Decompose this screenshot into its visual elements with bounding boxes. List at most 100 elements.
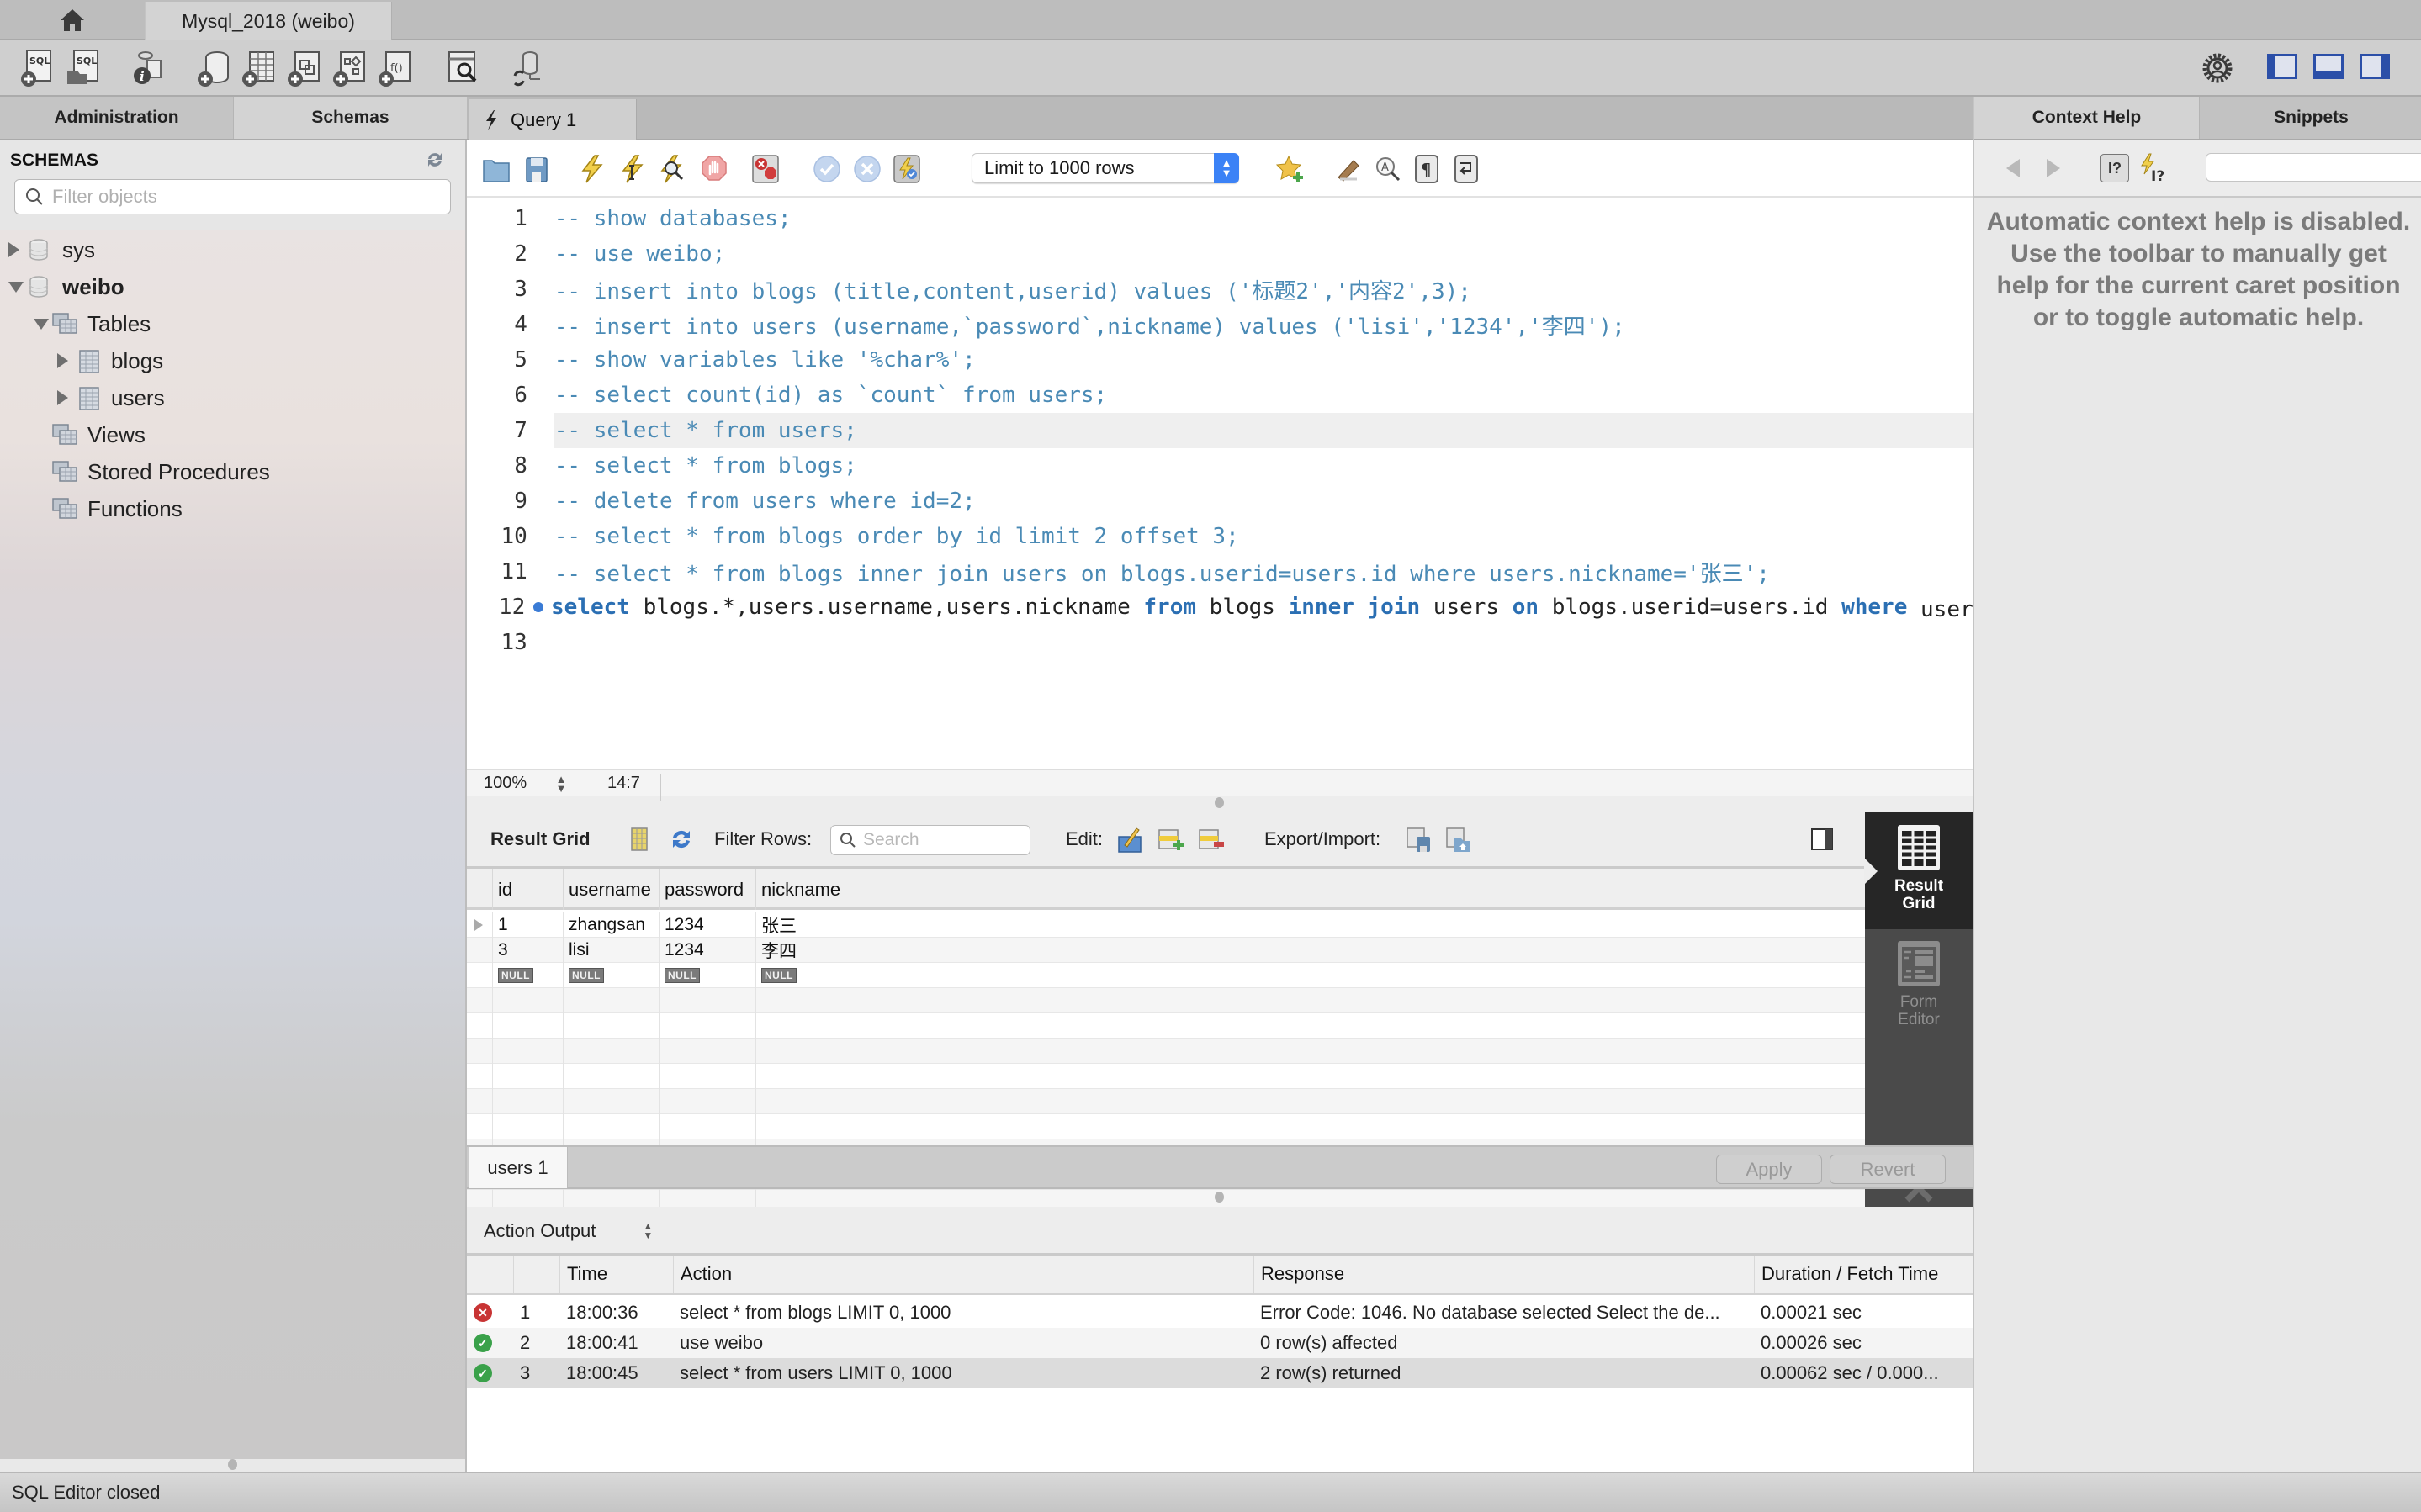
tab-administration[interactable]: Administration [0, 97, 234, 139]
execute-current-icon[interactable] [618, 154, 647, 184]
output-row[interactable]: ✕ 1 18:00:36 select * from blogs LIMIT 0, 1… [467, 1298, 1973, 1328]
toggle-columns-icon[interactable] [628, 812, 650, 866]
refresh-schemas-icon[interactable] [425, 151, 445, 173]
forward-arrow-icon[interactable] [2047, 159, 2060, 177]
tree-item-sys[interactable]: sys [8, 233, 95, 267]
back-arrow-icon[interactable] [2006, 159, 2020, 177]
code-line[interactable]: 11 -- select * from blogs inner join user… [467, 554, 1973, 589]
tree-item-views[interactable]: Views [34, 418, 146, 452]
table-row[interactable]: 1 zhangsan 1234 张三 [467, 912, 1865, 938]
tree-item-functions[interactable]: Functions [34, 492, 183, 526]
apply-button[interactable]: Apply [1716, 1155, 1822, 1184]
reconnect-icon[interactable] [508, 49, 545, 87]
result-grid-view-button[interactable]: Result Grid [1865, 812, 1973, 929]
code-line[interactable]: 13 [467, 625, 1973, 660]
grid-cell[interactable]: 张三 [755, 912, 850, 938]
commit-icon[interactable] [813, 154, 841, 184]
new-sql-tab-icon[interactable]: SQL [19, 49, 56, 87]
code-line[interactable]: 9 -- delete from users where id=2; [467, 484, 1973, 519]
tab-snippets[interactable]: Snippets [2200, 97, 2421, 139]
tree-item-blogs[interactable]: blogs [57, 344, 163, 378]
query-tab[interactable]: Query 1 [469, 99, 637, 140]
help-search-input[interactable] [2206, 154, 2421, 181]
code-line[interactable]: 10 -- select * from blogs order by id lim… [467, 519, 1973, 554]
filter-rows-input[interactable] [863, 830, 1023, 850]
expand-arrow-icon[interactable] [8, 242, 19, 257]
grid-cell[interactable]: 1234 [659, 912, 755, 938]
grid-cell[interactable]: 李四 [755, 938, 850, 963]
null-cell[interactable]: NULL [659, 963, 755, 988]
explain-icon[interactable] [657, 154, 686, 184]
output-column-header[interactable]: Time [559, 1256, 673, 1293]
invisible-chars-icon[interactable]: ¶ [1413, 154, 1442, 184]
expand-arrow-icon[interactable] [57, 353, 68, 368]
grid-cell[interactable]: 1234 [659, 938, 755, 963]
column-header-id[interactable]: id [492, 869, 563, 910]
open-file-icon[interactable] [482, 154, 511, 184]
auto-help-toggle-icon[interactable]: I? [2138, 152, 2169, 185]
code-line[interactable]: 6 -- select count(id) as `count` from use… [467, 378, 1973, 413]
code-line[interactable]: 12 select blogs.*,users.username,users.ni… [467, 589, 1973, 625]
column-header-password[interactable]: password [659, 869, 755, 910]
open-sql-file-icon[interactable]: SQL [64, 49, 101, 87]
null-cell[interactable]: NULL [563, 963, 659, 988]
stop-on-error-icon[interactable] [751, 154, 780, 184]
grid-cell[interactable]: 1 [492, 912, 563, 938]
zoom-stepper[interactable]: ▲ ▼ [556, 770, 580, 797]
output-column-header[interactable]: Action [673, 1256, 1253, 1293]
code-line[interactable]: 4 -- insert into users (username,`passwor… [467, 307, 1973, 342]
find-replace-icon[interactable]: A [1374, 154, 1402, 184]
stop-icon[interactable] [700, 154, 728, 184]
home-tab[interactable] [0, 0, 145, 40]
output-column-header[interactable] [467, 1256, 513, 1293]
tree-item-users[interactable]: users [57, 381, 165, 415]
filter-objects-field[interactable] [14, 179, 451, 214]
export-icon[interactable] [1405, 812, 1433, 866]
output-row[interactable]: ✓ 3 18:00:45 select * from users LIMIT 0, 1… [467, 1358, 1973, 1388]
tree-item-stored-procedures[interactable]: Stored Procedures [34, 455, 270, 489]
collapse-arrow-icon[interactable] [8, 281, 24, 293]
filter-rows-field[interactable] [830, 825, 1030, 855]
editor-resize-handle[interactable] [1215, 797, 1224, 808]
table-row[interactable]: 3 lisi 1234 李四 [467, 938, 1865, 963]
result-tab[interactable]: users 1 [469, 1147, 568, 1188]
add-snippet-icon[interactable] [1275, 154, 1305, 184]
code-line[interactable]: 8 -- select * from blogs; [467, 448, 1973, 484]
create-schema-icon[interactable] [195, 49, 232, 87]
code-line[interactable]: 3 -- insert into blogs (title,content,use… [467, 272, 1973, 307]
save-file-icon[interactable] [522, 154, 551, 184]
grid-cell[interactable]: zhangsan [563, 912, 659, 938]
import-icon[interactable] [1444, 812, 1473, 866]
sql-code-editor[interactable]: 1 -- show databases; 2 -- use weibo; 3 -- ins… [467, 198, 1973, 769]
form-editor-view-button[interactable]: Form Editor [1865, 929, 1973, 1047]
add-row-icon[interactable] [1157, 812, 1185, 866]
manual-help-icon[interactable]: I? [2100, 154, 2129, 182]
tab-schemas[interactable]: Schemas [234, 97, 467, 139]
create-view-icon[interactable] [285, 49, 322, 87]
create-procedure-icon[interactable] [331, 49, 368, 87]
null-cell[interactable]: NULL [492, 963, 563, 988]
help-search-field[interactable] [2206, 153, 2421, 182]
toggle-result-panel-icon[interactable] [1809, 812, 1835, 866]
collapse-arrow-icon[interactable] [34, 318, 49, 330]
refresh-result-icon[interactable] [669, 812, 694, 866]
output-resize-handle[interactable] [1215, 1192, 1224, 1203]
toggle-output-icon[interactable] [2313, 54, 2344, 79]
autocommit-toggle-icon[interactable] [893, 154, 921, 184]
output-column-header[interactable] [513, 1256, 559, 1293]
column-header-username[interactable]: username [563, 869, 659, 910]
beautify-icon[interactable] [1333, 154, 1362, 184]
output-column-header[interactable]: Response [1253, 1256, 1754, 1293]
delete-row-icon[interactable] [1197, 812, 1226, 866]
new-row[interactable]: NULL NULL NULL NULL [467, 963, 1865, 988]
code-line[interactable]: 5 -- show variables like '%char%'; [467, 342, 1973, 378]
code-line[interactable]: 1 -- show databases; [467, 201, 1973, 236]
tab-context-help[interactable]: Context Help [1974, 97, 2200, 139]
toggle-right-panel-icon[interactable] [2360, 54, 2390, 79]
output-column-header[interactable]: Duration / Fetch Time [1754, 1256, 1973, 1293]
code-line[interactable]: 7 -- select * from users; [467, 413, 1973, 448]
toggle-sidebar-icon[interactable] [2267, 54, 2297, 79]
edit-cell-icon[interactable] [1116, 812, 1145, 866]
connection-tab[interactable]: Mysql_2018 (weibo) [145, 2, 392, 40]
filter-objects-input[interactable] [52, 186, 422, 208]
